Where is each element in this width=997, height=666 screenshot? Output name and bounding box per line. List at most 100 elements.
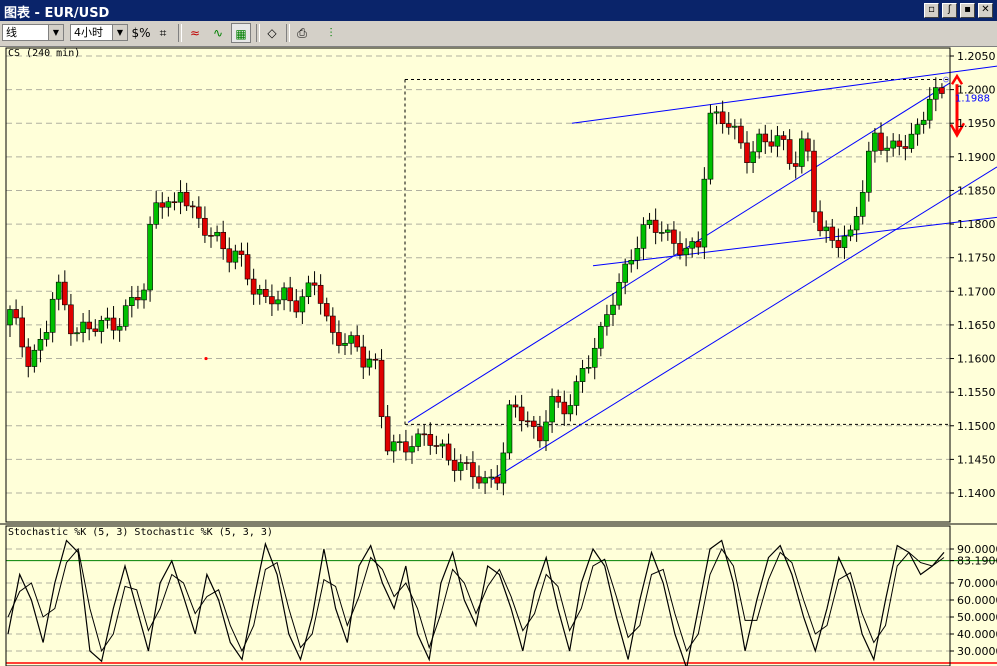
lower-channel-trendline	[491, 166, 997, 480]
bearish-candle	[354, 335, 360, 348]
bullish-candle	[37, 338, 44, 351]
bullish-candle	[689, 241, 695, 249]
bearish-candle	[336, 332, 342, 346]
stochastic-tick-label: 30.0000	[957, 645, 997, 658]
chart-canvas: 1.20501.20001.19501.19001.18501.18001.17…	[0, 47, 997, 666]
bearish-candle	[226, 248, 233, 263]
price-tick-label: 1.1700	[957, 285, 996, 298]
bullish-candle	[646, 219, 653, 225]
bullish-candle	[98, 320, 105, 332]
bearish-candle	[86, 321, 92, 330]
bearish-candle	[805, 138, 811, 152]
bearish-candle	[171, 201, 178, 204]
bullish-candle	[859, 192, 866, 217]
bearish-candle	[896, 140, 903, 147]
bearish-candle	[470, 462, 476, 478]
marker-dot	[204, 356, 208, 361]
bullish-candle	[713, 111, 720, 114]
bearish-candle	[671, 229, 677, 244]
bullish-candle	[177, 191, 184, 203]
bearish-candle	[786, 139, 793, 164]
bearish-candle	[744, 142, 750, 163]
bullish-candle	[914, 124, 921, 135]
bullish-candle	[482, 477, 488, 484]
bearish-candle	[25, 346, 32, 367]
bearish-candle	[323, 303, 330, 317]
bearish-candle	[878, 132, 884, 151]
bearish-candle	[110, 317, 117, 331]
bullish-candle	[628, 260, 635, 265]
bullish-candle	[506, 404, 513, 454]
price-tick-label: 1.1550	[957, 386, 996, 399]
stochastic-series	[7, 539, 945, 666]
bearish-candle	[537, 426, 543, 442]
bullish-candle	[74, 332, 80, 335]
price-tick-label: 1.1750	[957, 252, 996, 265]
bearish-candle	[250, 278, 257, 295]
bullish-candle	[116, 326, 123, 331]
bullish-candle	[214, 231, 220, 237]
bearish-candle	[817, 211, 823, 232]
bullish-candle	[658, 232, 665, 234]
bullish-candle	[616, 282, 622, 306]
bullish-candle	[348, 335, 354, 344]
bearish-candle	[269, 296, 275, 305]
bullish-candle	[890, 140, 896, 149]
bullish-candle	[573, 381, 580, 406]
bearish-candle	[464, 462, 470, 464]
bearish-candle	[725, 123, 732, 128]
bearish-candle	[695, 241, 702, 248]
bullish-candle	[7, 309, 13, 326]
bearish-candle	[13, 309, 19, 319]
bearish-candle	[494, 476, 501, 484]
bullish-candle	[129, 297, 135, 306]
bearish-candle	[378, 359, 385, 417]
bullish-candle	[543, 421, 549, 442]
bearish-candle	[561, 401, 568, 415]
bearish-candle	[835, 240, 842, 248]
price-tick-label: 1.1500	[957, 420, 996, 433]
bullish-candle	[884, 147, 890, 151]
bullish-candle	[926, 98, 933, 121]
bearish-candle	[518, 406, 525, 422]
bullish-candle	[390, 441, 397, 452]
bullish-candle	[610, 304, 616, 315]
stochastic-tick-label: 40.0000	[957, 628, 997, 641]
bullish-candle	[409, 446, 415, 453]
bearish-candle	[384, 416, 391, 452]
bullish-candle	[147, 224, 153, 291]
price-tick-label: 1.1450	[957, 453, 996, 466]
bearish-candle	[792, 163, 799, 167]
price-tick-label: 1.1800	[957, 218, 996, 231]
bearish-candle	[476, 476, 482, 484]
price-tick-label: 1.1650	[957, 319, 996, 332]
bullish-candle	[774, 135, 781, 147]
bullish-candle	[488, 476, 494, 479]
bullish-candle	[847, 229, 854, 237]
price-chart-title: CS (240 min)	[8, 48, 80, 59]
bearish-candle	[317, 284, 324, 304]
bearish-candle	[451, 459, 458, 471]
bullish-candle	[799, 138, 805, 167]
stochastic-axis: 90.000083.190070.000060.000050.000040.00…	[950, 543, 997, 658]
bearish-candle	[287, 287, 293, 302]
price-axis: 1.20501.20001.19501.19001.18501.18001.17…	[950, 50, 996, 500]
bearish-candle	[768, 141, 775, 147]
bearish-candle	[196, 206, 202, 219]
bullish-candle	[701, 178, 708, 248]
bullish-candle	[80, 321, 86, 333]
bearish-candle	[677, 243, 683, 256]
bullish-candle	[275, 299, 281, 305]
bullish-candle	[598, 325, 604, 349]
bearish-candle	[68, 304, 74, 335]
bullish-candle	[920, 119, 927, 125]
bullish-candle	[49, 298, 56, 333]
bearish-candle	[524, 420, 531, 423]
bullish-candle	[457, 462, 464, 471]
bearish-candle	[62, 281, 68, 306]
bullish-candle	[665, 229, 671, 233]
bullish-candle	[732, 125, 738, 128]
bullish-candle	[707, 112, 714, 180]
bullish-candle	[305, 282, 312, 298]
bullish-candle	[165, 201, 172, 208]
